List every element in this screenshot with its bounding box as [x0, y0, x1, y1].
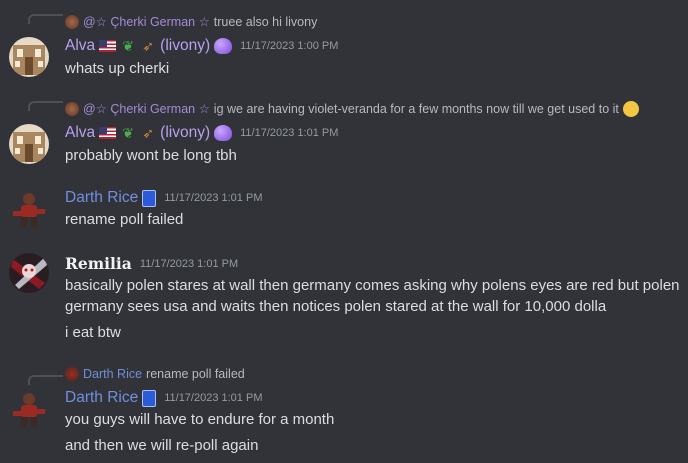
timestamp[interactable]: 11/17/2023 1:01 PM	[164, 387, 262, 409]
message-header: Alva ❦ ➶ (livony) 11/17/2023 1:01 PM	[65, 122, 338, 144]
reply-author[interactable]: Darth Rice	[83, 365, 142, 383]
username[interactable]: Alva	[65, 35, 95, 57]
blue-book-icon	[142, 189, 157, 207]
avatar[interactable]	[9, 124, 49, 164]
timestamp[interactable]: 11/17/2023 1:00 PM	[240, 35, 338, 57]
reply-text: truee also hi livony	[213, 15, 318, 29]
timestamp[interactable]: 11/17/2023 1:01 PM	[240, 122, 338, 144]
bird-icon: ➶	[142, 125, 155, 141]
reply-avatar	[65, 367, 79, 381]
username-suffix[interactable]: (livony)	[160, 122, 210, 144]
message-text: rename poll failed	[65, 211, 184, 228]
frog-icon: ❦	[122, 38, 135, 54]
avatar[interactable]	[9, 37, 49, 77]
reply-preview[interactable]: @☆ Çherki German ☆ ig we are having viol…	[65, 100, 639, 118]
reply-author[interactable]: @☆ Çherki German ☆	[83, 100, 210, 118]
reply-preview[interactable]: @☆ Çherki German ☆ truee also hi livony	[65, 13, 317, 31]
username[interactable]: Alva	[65, 122, 95, 144]
message-header: Darth Rice 11/17/2023 1:01 PM	[65, 187, 262, 209]
reply-text: ig we are having violet-veranda for a fe…	[213, 102, 619, 116]
message-text-line-1: you guys will have to endure for a month	[65, 411, 335, 428]
frog-icon: ❦	[122, 125, 135, 141]
timestamp[interactable]: 11/17/2023 1:01 PM	[164, 187, 262, 209]
message-text-line-1: basically polen stares at wall then germ…	[65, 277, 680, 294]
message-text-line-2: and then we will re-poll again	[65, 437, 259, 454]
reply-avatar	[65, 102, 79, 116]
purple-blob-icon	[214, 38, 233, 54]
us-flag-icon	[99, 40, 117, 52]
message-text: probably wont be long tbh	[65, 147, 237, 164]
username-suffix[interactable]: (livony)	[160, 35, 210, 57]
message-header: Alva ❦ ➶ (livony) 11/17/2023 1:00 PM	[65, 35, 338, 57]
reply-connector	[28, 375, 63, 385]
us-flag-icon	[99, 127, 117, 139]
reply-connector	[28, 101, 63, 111]
blue-book-icon	[142, 389, 157, 407]
reply-text: rename poll failed	[146, 367, 245, 381]
purple-blob-icon	[214, 125, 233, 141]
username[interactable]: Darth Rice	[65, 187, 138, 209]
message-text: whats up cherki	[65, 60, 170, 77]
reply-preview[interactable]: Darth Rice rename poll failed	[65, 365, 245, 383]
reply-connector	[28, 14, 63, 24]
message-text-line-2: germany sees usa and waits then notices …	[65, 298, 607, 315]
avatar[interactable]	[9, 389, 49, 429]
reply-author[interactable]: @☆ Çherki German ☆	[83, 13, 210, 31]
pensive-emoji	[622, 101, 639, 117]
message-header: Remilia 11/17/2023 1:01 PM	[65, 253, 238, 275]
bird-icon: ➶	[142, 38, 155, 54]
avatar[interactable]	[9, 189, 49, 229]
timestamp[interactable]: 11/17/2023 1:01 PM	[140, 253, 238, 275]
reply-avatar	[65, 15, 79, 29]
username[interactable]: Remilia	[65, 253, 132, 275]
message-text-line-3: i eat btw	[65, 324, 121, 341]
username[interactable]: Darth Rice	[65, 387, 138, 409]
message-header: Darth Rice 11/17/2023 1:01 PM	[65, 387, 262, 409]
avatar[interactable]	[9, 253, 49, 293]
